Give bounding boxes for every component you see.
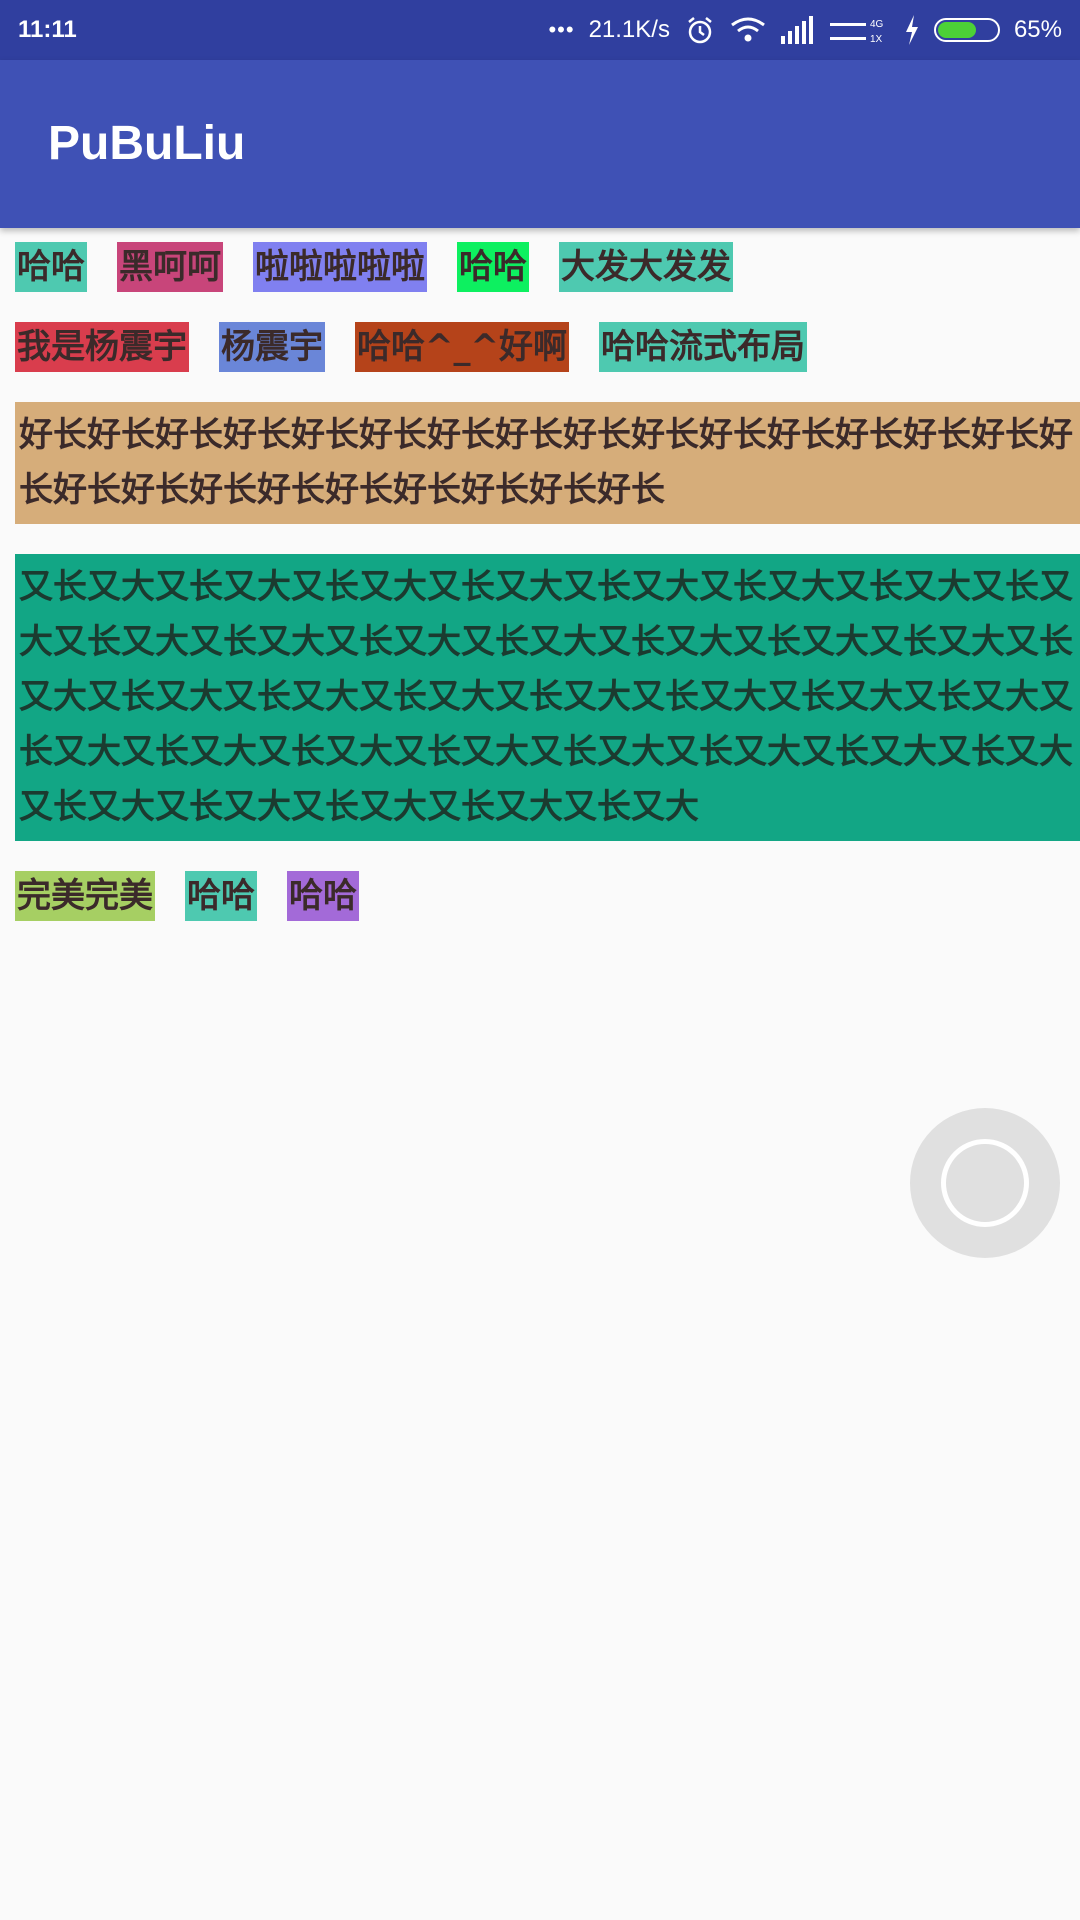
status-bar: 11:11 ••• 21.1K/s 4G 1X 65%	[0, 0, 1080, 60]
flow-tag[interactable]: 哈哈^_^好啊	[355, 322, 569, 372]
flow-tag[interactable]: 哈哈	[185, 871, 257, 921]
flow-layout: 哈哈 黑呵呵 啦啦啦啦啦 哈哈 大发大发发 我是杨震宇 杨震宇 哈哈^_^好啊 …	[15, 242, 1080, 951]
svg-text:4G: 4G	[870, 19, 884, 30]
flow-row: 我是杨震宇 杨震宇 哈哈^_^好啊 哈哈流式布局	[15, 322, 1080, 372]
flow-tag[interactable]: 大发大发发	[559, 242, 733, 292]
wifi-icon	[730, 14, 766, 46]
net-speed: 21.1K/s	[588, 16, 670, 43]
flow-tag[interactable]: 哈哈	[457, 242, 529, 292]
flow-tag[interactable]: 哈哈	[15, 242, 87, 292]
charging-icon	[904, 14, 920, 46]
status-time: 11:11	[18, 16, 77, 43]
battery-percent: 65%	[1013, 16, 1062, 43]
signal-4g-icon: 4G 1X	[829, 14, 890, 46]
app-title: PuBuLiu	[48, 117, 246, 170]
flow-tag[interactable]: 哈哈	[287, 871, 359, 921]
app-bar: PuBuLiu	[0, 60, 1080, 228]
battery-icon	[933, 18, 1000, 42]
floating-assist-button[interactable]	[910, 1108, 1060, 1258]
signal-icon	[780, 14, 816, 46]
status-icons: ••• 21.1K/s 4G 1X 65%	[548, 14, 1062, 46]
flow-row: 好长好长好长好长好长好长好长好长好长好长好长好长好长好长好长好长好长好长好长好长…	[15, 402, 1080, 524]
flow-tag[interactable]: 我是杨震宇	[15, 322, 189, 372]
flow-tag[interactable]: 完美完美	[15, 871, 155, 921]
circle-ring-icon	[941, 1139, 1029, 1227]
flow-row: 又长又大又长又大又长又大又长又大又长又大又长又大又长又大又长又大又长又大又长又大…	[15, 554, 1080, 841]
flow-tag[interactable]: 杨震宇	[219, 322, 325, 372]
svg-text:1X: 1X	[870, 34, 883, 45]
flow-tag[interactable]: 啦啦啦啦啦	[253, 242, 427, 292]
flow-tag-long[interactable]: 又长又大又长又大又长又大又长又大又长又大又长又大又长又大又长又大又长又大又长又大…	[15, 554, 1080, 841]
flow-row: 完美完美 哈哈 哈哈	[15, 871, 1080, 921]
flow-tag[interactable]: 黑呵呵	[117, 242, 223, 292]
battery-fill	[937, 22, 976, 38]
more-dots: •••	[548, 17, 575, 42]
flow-row: 哈哈 黑呵呵 啦啦啦啦啦 哈哈 大发大发发	[15, 242, 1080, 292]
alarm-icon	[684, 14, 716, 46]
flow-tag-long[interactable]: 好长好长好长好长好长好长好长好长好长好长好长好长好长好长好长好长好长好长好长好长…	[15, 402, 1080, 524]
flow-tag[interactable]: 哈哈流式布局	[598, 322, 807, 372]
